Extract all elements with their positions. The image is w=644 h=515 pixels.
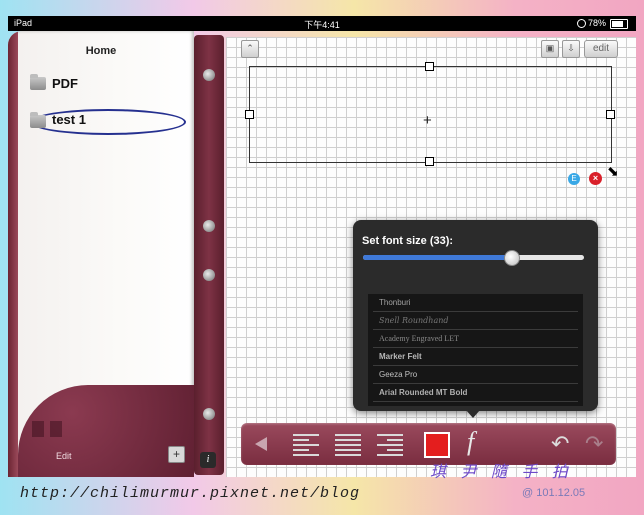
notebook-icon [32, 421, 76, 439]
rivet-icon [203, 408, 215, 420]
canvas-edit-button[interactable]: edit [584, 40, 618, 58]
slider-fill [363, 255, 512, 260]
sidebar: Home PDF test 1 Edit + [8, 31, 194, 477]
align-justify-icon[interactable] [335, 431, 361, 457]
info-button[interactable]: i [200, 452, 216, 468]
delete-badge-icon[interactable]: × [589, 172, 602, 185]
back-arrow-icon[interactable] [255, 437, 267, 451]
watermark-date: @ 101.12.05 [522, 487, 586, 499]
font-item[interactable]: Arial Rounded MT Bold [373, 384, 578, 402]
binder-spine [194, 35, 224, 475]
font-item[interactable]: Geeza Pro [373, 366, 578, 384]
font-item[interactable]: Thonburi [373, 294, 578, 312]
popup-title: Set font size (33): [362, 235, 454, 247]
resize-handle[interactable] [606, 110, 615, 119]
collapse-icon[interactable]: ⌃ [241, 40, 259, 58]
font-item[interactable]: Marker Felt [373, 348, 578, 366]
align-left-icon[interactable] [293, 431, 319, 457]
image-icon[interactable]: ▣ [541, 40, 559, 58]
font-size-slider[interactable] [363, 250, 584, 266]
undo-icon[interactable]: ↶ [551, 431, 569, 457]
text-color-swatch[interactable] [424, 432, 450, 458]
move-crosshair-icon[interactable]: + [423, 113, 432, 128]
resize-handle[interactable] [425, 157, 434, 166]
sidebar-item-label: test 1 [52, 112, 86, 127]
slider-thumb[interactable] [504, 250, 521, 266]
resize-handle[interactable] [425, 62, 434, 71]
battery-percent: 78% [587, 18, 606, 28]
resize-arrow-icon[interactable]: ⬊ [607, 163, 619, 180]
rotation-lock-icon [577, 19, 586, 28]
folder-icon [30, 74, 46, 90]
redo-icon[interactable]: ↷ [585, 431, 603, 457]
font-item[interactable]: Academy Engraved LET [373, 330, 578, 348]
rivet-icon [203, 269, 215, 281]
watermark-signature: 琪 尹 隨 手 拍 [430, 464, 573, 481]
align-right-icon[interactable] [377, 431, 403, 457]
edit-badge-icon[interactable]: E [568, 173, 580, 185]
rivet-icon [203, 220, 215, 232]
resize-handle[interactable] [245, 110, 254, 119]
font-button[interactable]: f [467, 427, 474, 457]
watermark-url: http://chilimurmur.pixnet.net/blog [20, 485, 361, 502]
edit-button[interactable]: Edit [56, 451, 72, 461]
add-button[interactable]: + [168, 446, 185, 463]
clock: 下午4:41 [304, 20, 340, 30]
sidebar-title: Home [85, 45, 117, 57]
font-size-popup: Set font size (33): Thonburi Snell Round… [353, 220, 598, 418]
export-icon[interactable]: ⇩ [562, 40, 580, 58]
status-bar: iPad 下午4:41 78% [8, 16, 636, 31]
font-list[interactable]: Thonburi Snell Roundhand Academy Engrave… [368, 294, 583, 406]
sidebar-item-label: PDF [52, 76, 78, 91]
rivet-icon [203, 69, 215, 81]
battery-icon [610, 19, 628, 29]
folder-icon [30, 112, 46, 128]
font-item[interactable]: Snell Roundhand [373, 312, 578, 330]
